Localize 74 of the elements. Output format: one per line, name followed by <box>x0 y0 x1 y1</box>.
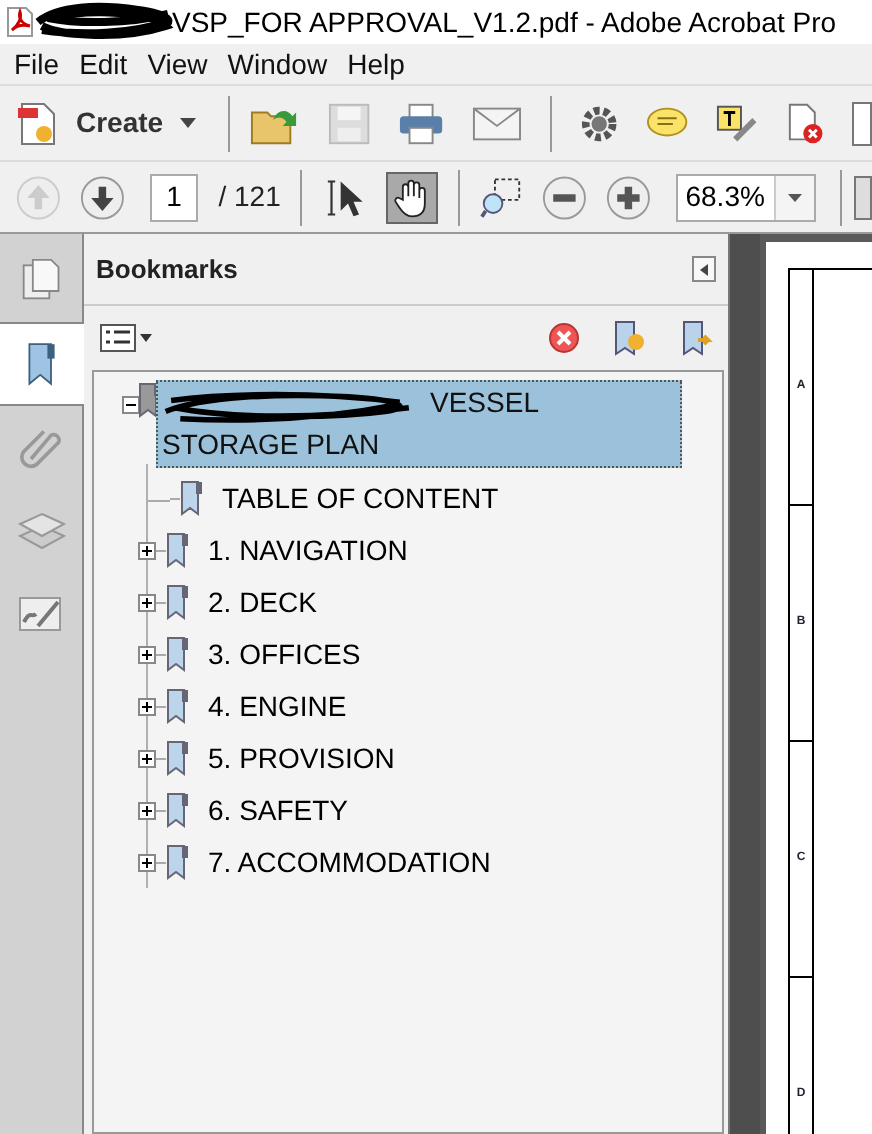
new-bookmark-icon[interactable] <box>612 320 648 356</box>
bookmark-item[interactable]: 4. ENGINE <box>206 685 349 727</box>
plus-icon <box>140 855 154 869</box>
bookmark-icon <box>24 338 60 390</box>
bookmark-item[interactable]: 2. DECK <box>206 581 319 623</box>
new-document-icon <box>16 99 60 147</box>
list-options-icon <box>100 324 136 352</box>
zoom-out-icon[interactable] <box>541 173 587 221</box>
plus-icon <box>140 647 154 661</box>
toolbar-button[interactable] <box>852 101 872 145</box>
plus-icon <box>140 543 154 557</box>
plus-icon <box>140 595 154 609</box>
pages-icon <box>19 256 63 304</box>
left-triangle-icon <box>700 263 708 275</box>
minus-icon <box>124 398 138 412</box>
bookmark-item[interactable]: 3. OFFICES <box>206 633 363 675</box>
bookmark-icon <box>166 584 190 620</box>
bookmark-icon <box>166 792 190 828</box>
caret-icon <box>787 193 802 201</box>
bookmark-item[interactable]: 1. NAVIGATION <box>206 529 410 571</box>
collapse-button[interactable] <box>122 396 140 414</box>
bookmark-item[interactable]: 5. PROVISION <box>206 737 397 779</box>
bookmark-icon <box>166 844 190 880</box>
bookmark-icon <box>166 636 190 672</box>
plus-icon <box>140 751 154 765</box>
bookmark-arrow-icon[interactable] <box>680 320 716 356</box>
menu-item[interactable]: Window <box>217 43 338 85</box>
plus-icon <box>140 699 154 713</box>
expand-button[interactable] <box>138 541 156 559</box>
window-title: VSP_FOR APPROVAL_V1.2.pdf - Adobe Acrobat Pro <box>172 3 837 42</box>
bookmark-icon <box>166 688 190 724</box>
envelope-icon[interactable] <box>471 105 522 141</box>
caret-icon <box>179 118 196 128</box>
comment-icon[interactable] <box>645 105 688 141</box>
bookmark-icon <box>138 382 162 418</box>
bookmark-icon <box>166 740 190 776</box>
expand-button[interactable] <box>138 853 156 871</box>
bookmark-item[interactable]: 7. ACCOMMODATION <box>206 841 493 883</box>
menu-item[interactable]: File <box>4 43 70 85</box>
delete-document-icon[interactable] <box>786 101 825 145</box>
delete-icon[interactable] <box>548 322 580 354</box>
create-button[interactable]: Create <box>16 93 208 153</box>
print-icon[interactable] <box>397 101 444 145</box>
next-page-icon[interactable] <box>80 173 126 221</box>
zoom-field[interactable]: 68.3% <box>675 173 816 221</box>
plus-icon <box>140 803 154 817</box>
text-edit-icon[interactable] <box>715 103 759 143</box>
expand-button[interactable] <box>138 697 156 715</box>
bookmark-icon <box>166 532 190 568</box>
panel-title: Bookmarks <box>96 251 238 288</box>
bookmarks-tab[interactable] <box>0 322 84 406</box>
page-count: / 121 <box>218 178 281 216</box>
expand-button[interactable] <box>138 749 156 767</box>
menu-item[interactable]: Help <box>337 43 415 85</box>
zoom-in-icon[interactable] <box>606 173 652 221</box>
expand-button[interactable] <box>138 645 156 663</box>
bookmark-icon <box>180 480 204 516</box>
expand-button[interactable] <box>138 801 156 819</box>
caret-icon <box>140 334 152 342</box>
page-number-field[interactable]: 1 <box>149 173 199 221</box>
menu-item[interactable]: View <box>137 43 218 85</box>
menu-item[interactable]: Edit <box>69 43 138 85</box>
bookmark-item[interactable]: VESSEL STORAGE PLAN <box>156 380 682 468</box>
marquee-zoom-icon[interactable] <box>480 175 522 219</box>
bookmark-item[interactable]: TABLE OF CONTENT <box>220 477 501 519</box>
toolbar-button[interactable] <box>853 175 872 219</box>
settings-icon[interactable] <box>579 103 618 143</box>
bookmark-item[interactable]: 6. SAFETY <box>206 789 351 831</box>
collapse-panel-button[interactable] <box>692 256 716 282</box>
hand-tool-button[interactable] <box>386 171 439 223</box>
options-button[interactable] <box>100 324 152 352</box>
layers-icon <box>17 510 65 554</box>
paperclip-icon <box>19 426 63 470</box>
expand-button[interactable] <box>138 593 156 611</box>
